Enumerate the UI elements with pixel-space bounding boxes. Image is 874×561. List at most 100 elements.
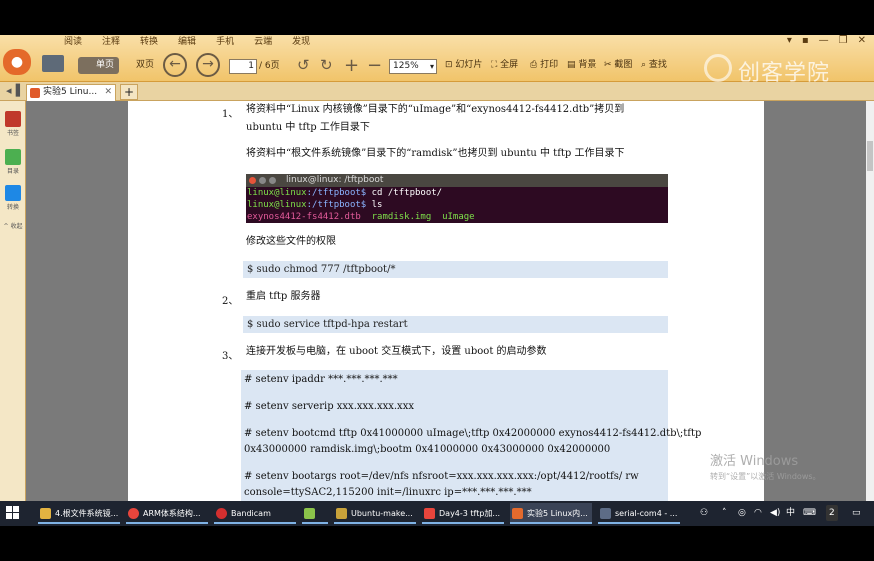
action-center-icon[interactable]: ▭ <box>852 505 861 521</box>
page-total: / 6页 <box>259 61 280 71</box>
letterbox-top <box>0 0 874 35</box>
step2-text: 重启 tftp 服务器 <box>246 291 321 302</box>
volume-icon[interactable]: ◀) <box>770 505 780 521</box>
uboot-line: console=ttySAC2,115200 init=/linuxrc ip=… <box>244 487 532 498</box>
taskbar-item-label: 4.根文件系统镜... <box>55 509 119 518</box>
tab-document-label: 实验5 Linu... <box>43 87 98 97</box>
terminal-command: cd /tftpboot/ <box>366 188 443 198</box>
menu-item-convert[interactable]: 转换 <box>130 36 168 48</box>
taskbar-item-pdf-day4[interactable]: Day4-3 tftp加... <box>422 503 504 524</box>
find-button[interactable]: ⌕ 查找 <box>641 57 667 74</box>
tray-chevron-icon[interactable]: ˄ <box>722 505 727 521</box>
double-page-button[interactable]: 双页 <box>120 57 154 74</box>
zoom-select[interactable]: 125% <box>389 59 437 74</box>
app-logo-icon[interactable]: ● <box>3 49 31 75</box>
fullscreen-button[interactable]: ⛶ 全屏 <box>491 57 518 74</box>
taskbar: 4.根文件系统镜... ARM体系结构... Bandicam Ubuntu-m… <box>0 501 874 526</box>
close-button[interactable]: ✕ <box>858 35 866 46</box>
taskbar-item-label: Day4-3 tftp加... <box>439 509 501 518</box>
sidebar-item-bookmarks[interactable]: 书签 <box>2 111 24 137</box>
sidebar-collapse[interactable]: ^ 收起 <box>2 221 24 230</box>
toc-icon <box>5 149 21 165</box>
menu-item-mobile[interactable]: 手机 <box>206 36 244 48</box>
rotate-right-icon[interactable]: ↻ <box>320 57 333 74</box>
screenshot-button[interactable]: ✂ 截图 <box>604 57 632 74</box>
uboot-commands-box: # setenv ipaddr ***.***.***.*** # setenv… <box>241 370 701 501</box>
terminal-output-file: exynos4412-fs4412.dtb <box>247 212 361 222</box>
print-button[interactable]: ⎙ 打印 <box>530 57 558 74</box>
menu-item-edit[interactable]: 编辑 <box>168 36 206 48</box>
keyboard-icon[interactable]: ⌨ <box>803 505 816 521</box>
single-page-label: 单页 <box>96 60 115 70</box>
taskbar-item-explorer[interactable]: 4.根文件系统镜... <box>38 503 120 524</box>
open-folder-icon[interactable] <box>42 55 64 72</box>
left-sidebar: 书签 目录 转换 ^ 收起 <box>0 101 26 501</box>
terminal-path: :/tftpboot$ <box>306 188 367 198</box>
zoom-in-icon[interactable]: + <box>344 57 359 75</box>
folder-icon <box>40 508 51 519</box>
tab-close-icon[interactable]: ✕ <box>104 85 112 100</box>
network-icon[interactable]: ◎ <box>738 505 746 521</box>
uboot-line: # setenv bootargs root=/dev/nfs nfsroot=… <box>244 471 639 482</box>
menu-item-discover[interactable]: 发现 <box>282 36 320 48</box>
sidebar-toggle-icon[interactable]: ◂▐ <box>6 84 20 97</box>
pin-icon[interactable]: ▪ <box>802 35 809 46</box>
bookmark-icon <box>5 111 21 127</box>
new-tab-button[interactable]: + <box>120 84 138 100</box>
taskbar-item-label: Bandicam <box>231 509 271 518</box>
terminal-user: linux@linux <box>247 200 307 210</box>
watermark-title: 激活 Windows <box>710 454 799 469</box>
vm-icon <box>336 508 347 519</box>
taskbar-item-ubuntu-vm[interactable]: Ubuntu-make... <box>334 503 416 524</box>
ime-indicator[interactable]: 中 <box>786 505 795 521</box>
scrollbar-thumb[interactable] <box>867 141 873 171</box>
menu-item-cloud[interactable]: 云端 <box>244 36 282 48</box>
pdf-icon <box>30 88 40 98</box>
rotate-left-icon[interactable]: ↺ <box>297 57 310 74</box>
fullscreen-label: 全屏 <box>500 60 519 70</box>
slideshow-button[interactable]: ⊡ 幻灯片 <box>445 57 482 74</box>
minimize-button[interactable]: — <box>819 35 829 46</box>
menu-item-read[interactable]: 阅读 <box>54 36 92 48</box>
tab-document[interactable]: 实验5 Linu... ✕ <box>26 84 116 101</box>
notification-badge-count: 2 <box>829 508 835 518</box>
chmod-note: 修改这些文件的权限 <box>246 236 336 247</box>
people-icon[interactable]: ⚇ <box>700 505 708 521</box>
taskbar-item-serial[interactable]: serial-com4 - ... <box>598 503 680 524</box>
background-button[interactable]: ▤ 背景 <box>567 57 596 74</box>
terminal-titlebar: linux@linux: /tftpboot <box>246 174 668 187</box>
taskbar-item-app[interactable] <box>302 503 328 524</box>
single-page-button[interactable]: 单页 <box>78 57 120 74</box>
taskbar-item-chrome[interactable]: ARM体系结构... <box>126 503 208 524</box>
vertical-scrollbar[interactable] <box>866 101 874 501</box>
menu-item-annotate[interactable]: 注释 <box>92 36 130 48</box>
app-icon <box>304 508 315 519</box>
chmod-command: $ sudo chmod 777 /tftpboot/* <box>243 261 668 278</box>
taskbar-item-label: serial-com4 - ... <box>615 509 678 518</box>
terminal-command: ls <box>366 200 383 210</box>
pdf-icon <box>512 508 523 519</box>
terminal-path: :/tftpboot$ <box>306 200 367 210</box>
chrome-icon <box>128 508 139 519</box>
uboot-line: # setenv ipaddr ***.***.***.*** <box>244 374 398 385</box>
notification-badge[interactable]: 2 <box>826 505 838 521</box>
terminal-user: linux@linux <box>247 188 307 198</box>
wifi-icon[interactable]: ◠ <box>754 505 762 521</box>
background-label: 背景 <box>578 60 597 70</box>
sidebar-item-convert[interactable]: 转换 <box>2 185 24 211</box>
page-number-input[interactable]: 1 <box>229 59 257 74</box>
previous-page-icon[interactable]: ← <box>163 53 187 77</box>
windows-start-icon[interactable] <box>6 506 20 520</box>
taskbar-item-pdf-lab5[interactable]: 实验5 Linux内... <box>510 503 592 524</box>
terminal-output-file: uImage <box>442 212 475 222</box>
skin-dropdown-icon[interactable]: ▾ <box>787 35 792 46</box>
maximize-button[interactable]: ❐ <box>839 35 848 46</box>
zoom-out-icon[interactable]: − <box>367 57 382 75</box>
terminal-output-file: ramdisk.img <box>371 212 432 222</box>
taskbar-item-label: ARM体系结构... <box>143 509 201 518</box>
sidebar-item-toc[interactable]: 目录 <box>2 149 24 175</box>
taskbar-item-bandicam[interactable]: Bandicam <box>214 503 296 524</box>
double-page-label: 双页 <box>136 60 155 70</box>
next-page-icon[interactable]: → <box>196 53 220 77</box>
sidebar-item-toc-label: 目录 <box>6 168 19 175</box>
